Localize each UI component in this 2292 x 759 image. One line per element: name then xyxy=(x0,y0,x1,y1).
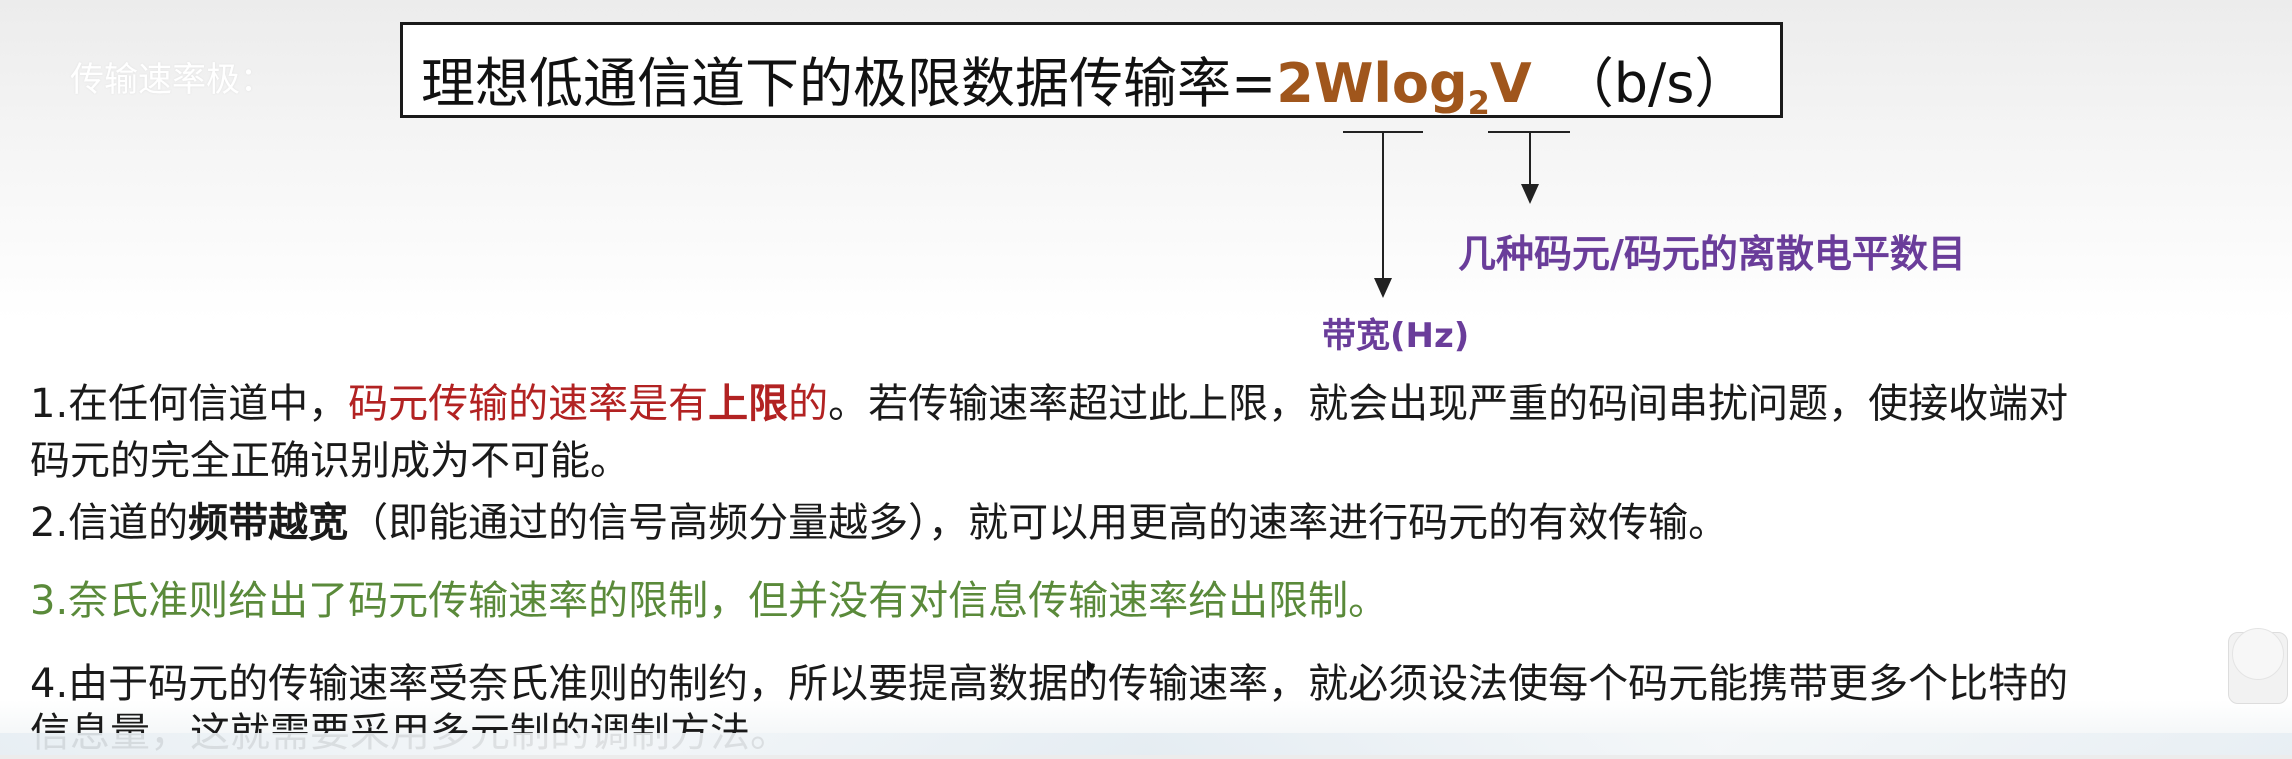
point-2: 2.信道的频带越宽（即能通过的信号高频分量越多），就可以用更高的速率进行码元的有… xyxy=(30,497,1728,549)
slide: 传输速率极： 理想低通信道下的极限数据传输率=2Wlog2V （b/s） 几种码元… xyxy=(0,0,2292,756)
formula-equation: 2Wlog2V xyxy=(1276,52,1532,122)
point-1-highlight: 码元传输的速率是有上限的 xyxy=(348,381,828,427)
formula-equation-subscript: 2 xyxy=(1467,83,1490,122)
levels-annotation: 几种码元/码元的离散电平数目 xyxy=(1458,232,1966,276)
point-2-suffix: （即能通过的信号高频分量越多），就可以用更高的速率进行码元的有效传输。 xyxy=(348,500,1729,546)
point-1-highlight-text: 码元传输的速率是有 xyxy=(348,381,709,427)
point-4-line-1: 4.由于码元的传输速率受奈氏准则的制约，所以要提高数据的传输速率，就必须设法使每… xyxy=(30,661,2069,707)
bandwidth-arrowhead xyxy=(1374,278,1392,298)
formula-prefix: 理想低通信道下的极限数据传输率= xyxy=(421,52,1277,115)
formula-equation-end: V xyxy=(1489,52,1532,115)
point-2-bold: 频带越宽 xyxy=(188,500,349,546)
rate-label: 传输速率极： xyxy=(70,60,274,100)
point-3: 3.奈氏准则给出了码元传输速率的限制，但并没有对信息传输速率给出限制。 xyxy=(30,578,1389,624)
bandwidth-arrow-line xyxy=(1382,131,1384,278)
point-1-suffix: 。若传输速率超过此上限，就会出现严重的码间串扰问题，使接收端对 xyxy=(828,381,2069,427)
bandwidth-annotation: 带宽(Hz) xyxy=(1322,316,1470,356)
point-1-highlight-bold: 上限 xyxy=(708,381,789,427)
levels-arrowhead xyxy=(1521,184,1539,204)
formula-text: 理想低通信道下的极限数据传输率=2Wlog2V （b/s） xyxy=(421,39,1748,122)
mouse-cursor-icon xyxy=(1087,660,1095,680)
formula-box: 理想低通信道下的极限数据传输率=2Wlog2V （b/s） xyxy=(400,22,1783,122)
point-1-highlight-end: 的 xyxy=(788,381,829,427)
point-1-line-1: 1.在任何信道中，码元传输的速率是有上限的。若传输速率超过此上限，就会出现严重的… xyxy=(30,378,2068,430)
levels-arrow-line xyxy=(1529,131,1531,184)
point-2-prefix: 2.信道的 xyxy=(30,500,189,546)
formula-equation-main: 2Wlog xyxy=(1276,52,1468,115)
formula-unit: （b/s） xyxy=(1559,52,1749,115)
point-1-prefix: 1.在任何信道中， xyxy=(30,381,349,427)
assistant-face-icon[interactable] xyxy=(2232,628,2284,680)
point-1-line-2: 码元的完全正确识别成为不可能。 xyxy=(30,438,630,484)
background-watermark xyxy=(0,733,2292,755)
